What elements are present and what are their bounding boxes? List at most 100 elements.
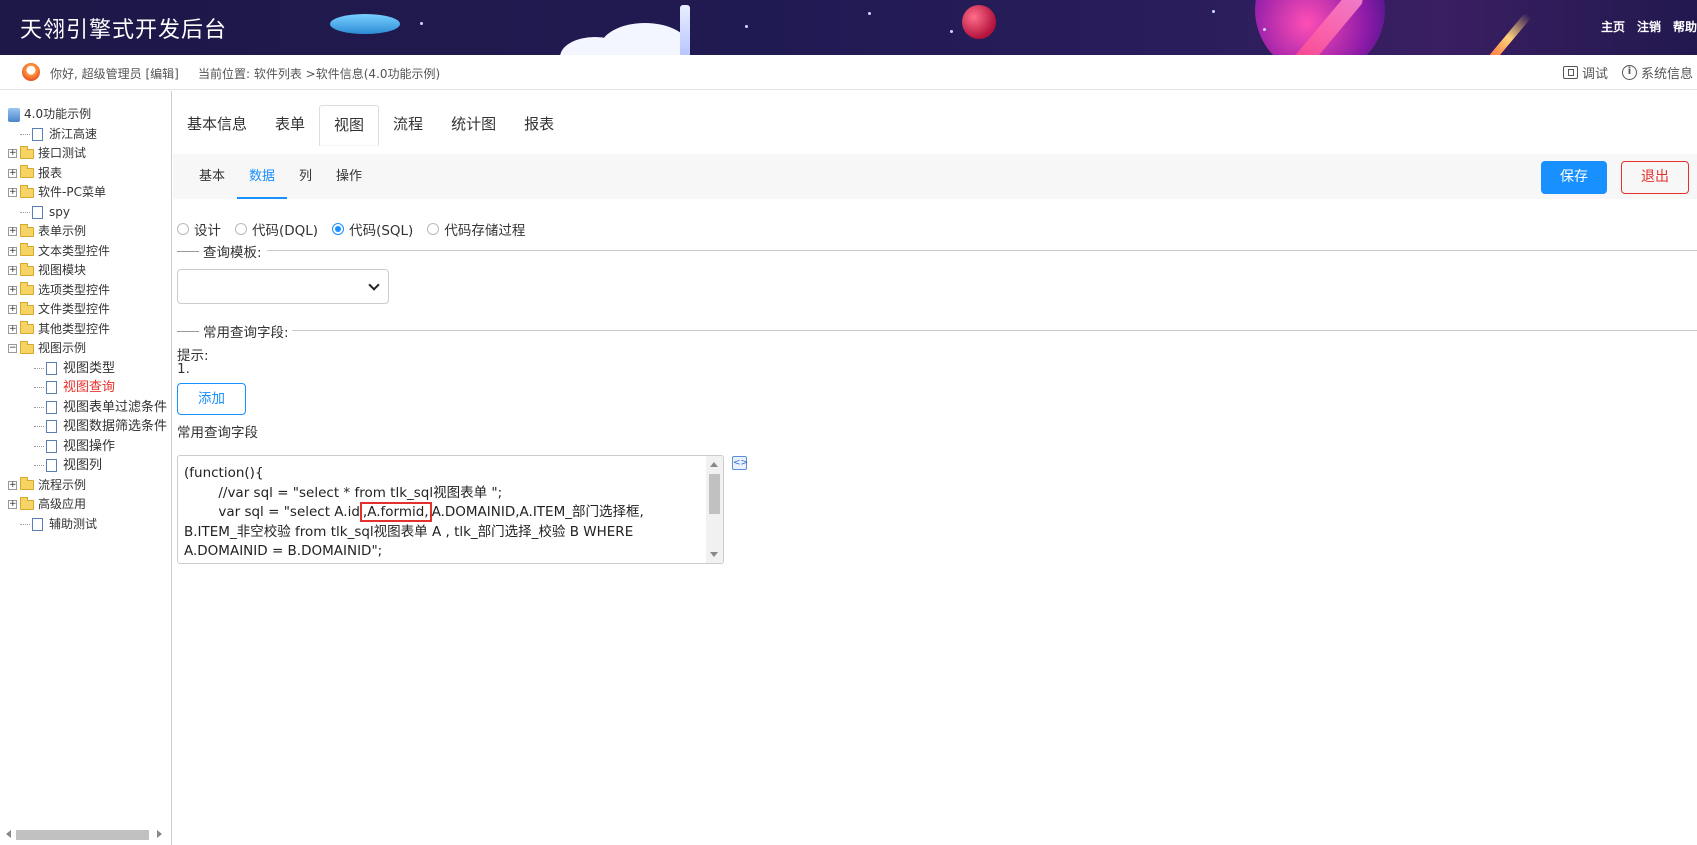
page-icon [32, 517, 43, 531]
tree-item[interactable]: + 接口测试 [8, 144, 167, 164]
folder-icon [20, 282, 34, 296]
expand-icon[interactable]: + [8, 480, 17, 490]
tree-item[interactable]: + 其他类型控件 [8, 320, 167, 340]
folder-icon [20, 321, 34, 335]
tree-item-label: 流程示例 [38, 477, 87, 492]
expand-icon[interactable]: + [8, 246, 17, 256]
folder-icon [20, 184, 34, 198]
star-icon [1212, 10, 1215, 13]
scroll-thumb[interactable] [709, 474, 720, 514]
scroll-right-icon[interactable] [157, 830, 162, 838]
expand-icon[interactable]: + [8, 168, 17, 178]
tab-1[interactable]: 表单 [261, 105, 319, 146]
code-text[interactable]: (function(){ //var sql = "select * from … [184, 464, 692, 562]
tree-item[interactable]: + 流程示例 [8, 476, 167, 496]
page-icon [46, 439, 57, 453]
tree-item[interactable]: + 软件-PC菜单 [8, 183, 167, 203]
tab-0[interactable]: 基本信息 [173, 105, 261, 146]
radio-icon[interactable] [177, 223, 189, 235]
tree-item[interactable]: 视图操作 [8, 437, 167, 457]
tree-item-label: 高级应用 [38, 497, 87, 511]
user-greeting[interactable]: 你好, 超级管理员 [编辑] [50, 65, 179, 82]
expand-editor-icon[interactable]: <> [732, 456, 748, 470]
page-icon [46, 361, 57, 375]
tree-connector [34, 426, 44, 428]
nav-logout-link[interactable]: 注销 [1637, 18, 1661, 35]
debug-icon [1562, 66, 1578, 79]
query-template-select[interactable] [177, 269, 389, 304]
subtab-3[interactable]: 操作 [324, 154, 374, 199]
database-icon [8, 107, 20, 122]
radio-option[interactable]: 代码(DQL) [235, 219, 318, 239]
radio-icon[interactable] [332, 223, 345, 235]
tree-root[interactable]: 4.0功能示例 [8, 105, 167, 125]
radio-option[interactable]: 代码存储过程 [427, 219, 525, 239]
tree-item[interactable]: + 文件类型控件 [8, 300, 167, 320]
expand-icon[interactable]: + [8, 149, 17, 159]
tree-item[interactable]: + 文本类型控件 [8, 242, 167, 262]
horizontal-scrollbar[interactable] [0, 827, 170, 843]
avatar [22, 63, 40, 81]
folder-icon [20, 145, 34, 159]
collapse-icon[interactable]: − [8, 344, 17, 354]
tab-2[interactable]: 视图 [319, 105, 380, 146]
tree-item[interactable]: 辅助测试 [8, 515, 167, 535]
tree-item[interactable]: 视图类型 [8, 359, 167, 379]
info-bar: 你好, 超级管理员 [编辑] 当前位置: 软件列表 >软件信息(4.0功能示例)… [0, 55, 1697, 90]
nav-home-link[interactable]: 主页 [1601, 18, 1625, 35]
scroll-down-icon[interactable] [710, 552, 718, 557]
tree-root-label: 4.0功能示例 [24, 107, 92, 121]
subtab-1[interactable]: 数据 [237, 154, 288, 199]
tree-item[interactable]: + 高级应用 [8, 495, 167, 515]
tree-item-label: 视图操作 [63, 438, 116, 454]
system-info-button[interactable]: i 系统信息 [1621, 63, 1693, 82]
tree-item[interactable]: 视图数据筛选条件 [8, 417, 167, 437]
tree-item[interactable]: + 表单示例 [8, 222, 167, 242]
nav-help-link[interactable]: 帮助 [1673, 18, 1697, 35]
tree-item[interactable]: 视图表单过滤条件 [8, 398, 167, 418]
radio-icon[interactable] [235, 223, 247, 235]
expand-icon[interactable]: + [8, 188, 17, 198]
tree-item[interactable]: spy [8, 203, 167, 223]
tree-item[interactable]: + 选项类型控件 [8, 281, 167, 301]
expand-icon[interactable]: + [8, 227, 17, 237]
page-icon [32, 205, 43, 219]
sql-code-editor[interactable]: (function(){ //var sql = "select * from … [177, 455, 724, 564]
expand-icon[interactable]: + [8, 285, 17, 295]
meteor-illustration [1486, 12, 1532, 55]
tab-3[interactable]: 流程 [379, 105, 437, 146]
vertical-scrollbar[interactable] [706, 456, 723, 563]
subtab-2[interactable]: 列 [287, 154, 324, 199]
expand-icon[interactable]: + [8, 500, 17, 510]
radio-option[interactable]: 代码(SQL) [332, 219, 413, 239]
debug-button[interactable]: 调试 [1562, 63, 1608, 82]
tree-connector [34, 367, 44, 369]
tree-connector [34, 445, 44, 447]
tab-4[interactable]: 统计图 [437, 105, 510, 146]
tree-item-label: 视图示例 [38, 341, 87, 355]
tree-connector [34, 465, 44, 467]
radio-label: 代码存储过程 [444, 223, 526, 239]
expand-icon[interactable]: + [8, 324, 17, 334]
tree-item[interactable]: 浙江高速 [8, 125, 167, 145]
scroll-left-icon[interactable] [6, 830, 11, 838]
tree-item[interactable]: 视图查询 [8, 378, 167, 398]
tab-5[interactable]: 报表 [510, 105, 568, 146]
divider [267, 250, 1697, 251]
common-fields-legend: 常用查询字段: [177, 321, 289, 341]
scroll-up-icon[interactable] [710, 462, 718, 467]
expand-icon[interactable]: + [8, 266, 17, 276]
radio-icon[interactable] [427, 223, 440, 235]
save-button[interactable]: 保存 [1541, 161, 1607, 194]
tree-item[interactable]: 视图列 [8, 456, 167, 476]
tree-item[interactable]: − 视图示例 [8, 339, 167, 359]
exit-button[interactable]: 退出 [1621, 161, 1689, 194]
radio-option[interactable]: 设计 [177, 219, 221, 239]
tree-item[interactable]: + 报表 [8, 164, 167, 184]
tree-item[interactable]: + 视图模块 [8, 261, 167, 281]
scroll-thumb[interactable] [16, 830, 149, 840]
subtab-0[interactable]: 基本 [187, 154, 237, 199]
blimp-illustration [330, 14, 400, 34]
add-button[interactable]: 添加 [177, 383, 246, 415]
expand-icon[interactable]: + [8, 305, 17, 315]
